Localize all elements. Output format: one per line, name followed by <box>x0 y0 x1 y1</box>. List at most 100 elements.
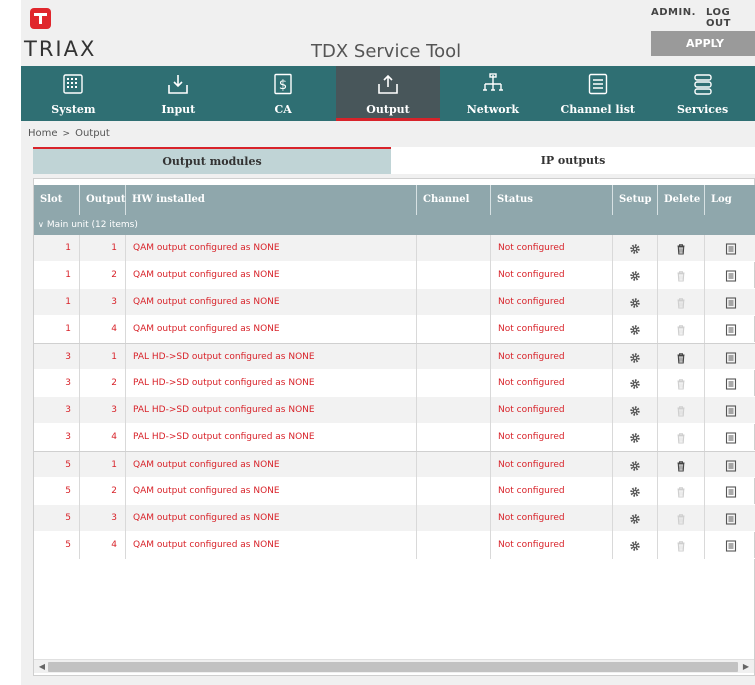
table-row[interactable]: 5 4 QAM output configured as NONE Not confi… <box>34 532 755 559</box>
cell-status: Not configured <box>491 397 613 424</box>
delete-trash-icon[interactable] <box>658 452 705 479</box>
cell-status: Not configured <box>491 344 613 371</box>
setup-gear-icon[interactable] <box>613 370 658 397</box>
logout-link[interactable]: LOG OUT <box>706 7 755 29</box>
log-document-icon[interactable] <box>705 452 755 479</box>
cell-channel <box>417 452 491 479</box>
cell-channel <box>417 316 491 343</box>
nav-item-input[interactable]: Input <box>126 66 231 121</box>
nav-label: CA <box>274 103 292 116</box>
setup-gear-icon[interactable] <box>613 235 658 262</box>
table-header: Slot Output HW installed Channel Status … <box>34 185 755 215</box>
col-header-log: Log <box>711 194 732 205</box>
col-header-channel[interactable]: Channel <box>417 185 491 215</box>
log-document-icon[interactable] <box>705 316 755 343</box>
cell-output: 4 <box>80 424 126 451</box>
delete-trash-icon <box>658 424 705 451</box>
col-header-hw-installed[interactable]: HW installed <box>126 185 417 215</box>
nav-label: Output <box>366 103 410 116</box>
log-document-icon[interactable] <box>705 397 755 424</box>
tab-output-modules[interactable]: Output modules <box>33 147 391 174</box>
breadcrumb-current: Output <box>75 128 110 139</box>
group-row-main-unit[interactable]: ∨ Main unit (12 items) <box>34 215 755 235</box>
setup-gear-icon[interactable] <box>613 505 658 532</box>
table-row[interactable]: 3 3 PAL HD->SD output configured as NONE No… <box>34 397 755 424</box>
cell-hw-installed: PAL HD->SD output configured as NONE <box>126 424 417 451</box>
col-header-output[interactable]: Output <box>80 185 126 215</box>
log-document-icon[interactable] <box>705 424 755 451</box>
tab-ip-outputs[interactable]: IP outputs <box>391 147 755 174</box>
cell-output: 3 <box>80 289 126 316</box>
col-header-setup: Setup <box>613 185 658 215</box>
apply-button[interactable]: APPLY <box>651 31 755 56</box>
cell-hw-installed: QAM output configured as NONE <box>126 262 417 289</box>
cell-status: Not configured <box>491 505 613 532</box>
nav-label: Channel list <box>560 103 635 116</box>
nav-item-ca[interactable]: $ CA <box>231 66 336 121</box>
cell-slot: 5 <box>34 505 80 532</box>
nav-item-system[interactable]: System <box>21 66 126 121</box>
table-row[interactable]: 5 2 QAM output configured as NONE Not confi… <box>34 478 755 505</box>
log-document-icon[interactable] <box>705 344 755 371</box>
cell-hw-installed: QAM output configured as NONE <box>126 505 417 532</box>
user-menu[interactable]: ADMIN. <box>651 7 696 18</box>
table-row[interactable]: 3 4 PAL HD->SD output configured as NONE No… <box>34 424 755 451</box>
setup-gear-icon[interactable] <box>613 262 658 289</box>
log-document-icon[interactable] <box>705 532 755 559</box>
cell-status: Not configured <box>491 370 613 397</box>
cell-output: 3 <box>80 397 126 424</box>
table-row[interactable]: 1 3 QAM output configured as NONE Not confi… <box>34 289 755 316</box>
breadcrumb-home[interactable]: Home <box>28 128 58 139</box>
setup-gear-icon[interactable] <box>613 452 658 479</box>
scroll-right-icon[interactable]: ▶ <box>741 661 751 673</box>
table-row[interactable]: 5 3 QAM output configured as NONE Not confi… <box>34 505 755 532</box>
log-document-icon[interactable] <box>705 262 755 289</box>
nav-item-services[interactable]: Services <box>650 66 755 121</box>
setup-gear-icon[interactable] <box>613 344 658 371</box>
cell-channel <box>417 424 491 451</box>
log-document-icon[interactable] <box>705 505 755 532</box>
cell-channel <box>417 397 491 424</box>
delete-trash-icon <box>658 478 705 505</box>
delete-trash-icon <box>658 370 705 397</box>
chevron-down-icon[interactable]: ∨ <box>38 220 44 229</box>
ca-icon: $ <box>272 73 294 95</box>
col-header-status[interactable]: Status <box>491 185 613 215</box>
log-document-icon[interactable] <box>705 289 755 316</box>
input-icon <box>167 73 189 95</box>
scrollbar-thumb[interactable] <box>48 662 738 672</box>
group-label: Main unit (12 items) <box>46 220 138 230</box>
delete-trash-icon[interactable] <box>658 344 705 371</box>
table-row[interactable]: 3 1 PAL HD->SD output configured as NONE No… <box>34 343 755 371</box>
setup-gear-icon[interactable] <box>613 532 658 559</box>
cell-slot: 5 <box>34 478 80 505</box>
setup-gear-icon[interactable] <box>613 316 658 343</box>
nav-item-output[interactable]: Output <box>335 66 441 121</box>
setup-gear-icon[interactable] <box>613 289 658 316</box>
output-modules-panel: Slot Output HW installed Channel Status … <box>33 178 755 676</box>
horizontal-scrollbar[interactable]: ◀ ▶ <box>34 659 754 673</box>
table-row[interactable]: 1 2 QAM output configured as NONE Not confi… <box>34 262 755 289</box>
table-row[interactable]: 1 4 QAM output configured as NONE Not confi… <box>34 316 755 343</box>
nav-label: System <box>51 103 96 116</box>
cell-status: Not configured <box>491 289 613 316</box>
log-document-icon[interactable] <box>705 370 755 397</box>
table-row[interactable]: 5 1 QAM output configured as NONE Not confi… <box>34 451 755 479</box>
log-document-icon[interactable] <box>705 478 755 505</box>
nav-item-network[interactable]: Network <box>440 66 545 121</box>
nav-item-channel-list[interactable]: Channel list <box>545 66 650 121</box>
delete-trash-icon[interactable] <box>658 235 705 262</box>
setup-gear-icon[interactable] <box>613 424 658 451</box>
breadcrumb-separator: > <box>62 129 71 139</box>
log-document-icon[interactable] <box>705 235 755 262</box>
scroll-left-icon[interactable]: ◀ <box>37 661 47 673</box>
cell-output: 4 <box>80 316 126 343</box>
col-header-slot[interactable]: Slot <box>34 185 80 215</box>
setup-gear-icon[interactable] <box>613 478 658 505</box>
setup-gear-icon[interactable] <box>613 397 658 424</box>
table-row[interactable]: 3 2 PAL HD->SD output configured as NONE No… <box>34 370 755 397</box>
table-row[interactable]: 1 1 QAM output configured as NONE Not confi… <box>34 235 755 262</box>
cell-channel <box>417 370 491 397</box>
cell-status: Not configured <box>491 316 613 343</box>
output-icon <box>377 73 399 95</box>
